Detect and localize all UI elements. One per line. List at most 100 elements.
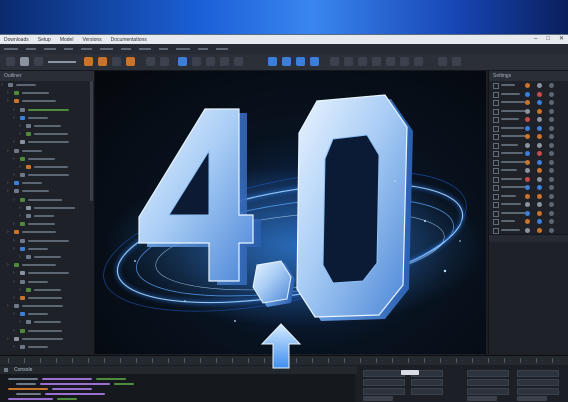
expand-chevron-icon[interactable]: › <box>7 188 9 194</box>
secondary-menu-placeholder[interactable] <box>176 48 190 50</box>
outliner-item[interactable]: › <box>0 138 94 146</box>
output-field[interactable] <box>363 370 405 377</box>
output-field[interactable] <box>467 388 509 395</box>
move-tool-icon[interactable] <box>20 57 29 66</box>
material-swatch-icon[interactable] <box>549 176 554 182</box>
expand-chevron-icon[interactable]: › <box>7 336 9 342</box>
snap-slider[interactable] <box>48 61 76 63</box>
xray-icon[interactable] <box>358 57 367 66</box>
outliner-item[interactable]: › <box>0 196 94 204</box>
menu-item-documentations[interactable]: Documentations <box>111 37 147 43</box>
material-swatch-icon[interactable] <box>537 159 542 165</box>
expand-chevron-icon[interactable]: › <box>13 221 15 227</box>
expand-chevron-icon[interactable]: › <box>19 205 21 211</box>
visibility-checkbox[interactable] <box>493 202 499 208</box>
material-swatch-icon[interactable] <box>549 151 554 156</box>
outliner-item[interactable]: › <box>0 81 94 89</box>
material-swatch-icon[interactable] <box>537 227 542 233</box>
settings-row[interactable] <box>489 217 568 226</box>
settings-row[interactable] <box>489 200 568 209</box>
material-swatch-icon[interactable] <box>525 168 530 173</box>
expand-chevron-icon[interactable]: › <box>19 254 21 260</box>
material-swatch-icon[interactable] <box>525 193 530 199</box>
render-icon[interactable] <box>126 57 135 66</box>
console-tab[interactable]: Console <box>14 367 32 373</box>
render-button[interactable] <box>363 396 393 401</box>
visibility-checkbox[interactable] <box>493 100 499 106</box>
expand-chevron-icon[interactable]: › <box>13 197 15 203</box>
outliner-item[interactable]: › <box>0 163 94 171</box>
material-swatch-icon[interactable] <box>525 117 530 122</box>
expand-chevron-icon[interactable]: › <box>13 279 15 285</box>
output-field[interactable] <box>411 379 443 386</box>
outliner-item[interactable]: › <box>0 106 94 114</box>
settings-row[interactable] <box>489 183 568 192</box>
expand-chevron-icon[interactable]: › <box>13 344 15 350</box>
material-swatch-icon[interactable] <box>549 108 554 114</box>
outliner-item[interactable]: › <box>0 278 94 286</box>
expand-chevron-icon[interactable]: › <box>13 270 15 276</box>
secondary-menu-placeholder[interactable] <box>4 48 18 50</box>
material-swatch-icon[interactable] <box>537 151 542 156</box>
outliner-item[interactable]: › <box>0 253 94 261</box>
material-swatch-icon[interactable] <box>525 100 530 105</box>
outliner-item[interactable]: › <box>0 335 94 343</box>
expand-chevron-icon[interactable]: › <box>13 107 15 113</box>
minimize-icon[interactable]: – <box>534 35 537 44</box>
expand-chevron-icon[interactable]: › <box>19 164 21 170</box>
paint-icon[interactable] <box>206 57 215 66</box>
settings-row[interactable] <box>489 226 568 235</box>
material-swatch-icon[interactable] <box>525 125 530 131</box>
output-field[interactable] <box>517 370 559 377</box>
secondary-menu-placeholder[interactable] <box>159 48 168 50</box>
orientation-icon[interactable] <box>296 57 305 66</box>
settings-row[interactable] <box>489 192 568 201</box>
visibility-checkbox[interactable] <box>493 134 499 140</box>
material-swatch-icon[interactable] <box>525 134 530 139</box>
settings-row[interactable] <box>489 209 568 218</box>
outliner-item[interactable]: › <box>0 155 94 163</box>
material-swatch-icon[interactable] <box>525 185 530 190</box>
material-swatch-icon[interactable] <box>549 219 554 224</box>
secondary-menu-placeholder[interactable] <box>216 48 228 50</box>
expand-chevron-icon[interactable]: › <box>13 139 15 145</box>
visibility-checkbox[interactable] <box>493 193 499 200</box>
material-swatch-icon[interactable] <box>525 91 530 97</box>
outliner-item[interactable]: › <box>0 220 94 228</box>
rotate-tool-icon[interactable] <box>34 57 43 66</box>
outliner-item[interactable]: › <box>0 302 94 310</box>
play-icon[interactable] <box>438 57 447 66</box>
material-swatch-icon[interactable] <box>525 142 530 148</box>
material-swatch-icon[interactable] <box>537 100 542 105</box>
apply-button[interactable] <box>401 370 419 375</box>
material-swatch-icon[interactable] <box>537 117 542 122</box>
outliner-item[interactable]: › <box>0 261 94 269</box>
outliner-item[interactable]: › <box>0 171 94 179</box>
outliner-item[interactable]: › <box>0 179 94 187</box>
outliner-item[interactable]: › <box>0 212 94 220</box>
expand-chevron-icon[interactable]: › <box>19 319 21 325</box>
settings-row[interactable] <box>489 124 568 133</box>
material-swatch-icon[interactable] <box>549 125 554 131</box>
settings-row[interactable] <box>489 98 568 107</box>
material-swatch-icon[interactable] <box>537 210 542 216</box>
3d-viewport[interactable] <box>95 71 486 354</box>
rendered-icon[interactable] <box>414 57 423 66</box>
material-swatch-icon[interactable] <box>537 108 542 114</box>
outliner-item[interactable]: › <box>0 245 94 253</box>
visibility-checkbox[interactable] <box>493 125 499 132</box>
grid-icon[interactable] <box>146 57 155 66</box>
material-swatch-icon[interactable] <box>537 168 542 173</box>
settings-row[interactable] <box>489 166 568 175</box>
expand-chevron-icon[interactable]: › <box>7 148 9 154</box>
outliner-item[interactable]: › <box>0 130 94 138</box>
material-swatch-icon[interactable] <box>549 134 554 139</box>
visibility-checkbox[interactable] <box>493 219 499 225</box>
expand-chevron-icon[interactable]: › <box>13 172 15 178</box>
expand-chevron-icon[interactable]: › <box>7 90 9 96</box>
solid-icon[interactable] <box>386 57 395 66</box>
visibility-checkbox[interactable] <box>493 117 499 123</box>
visibility-checkbox[interactable] <box>493 91 499 98</box>
sculpt-icon[interactable] <box>192 57 201 66</box>
lookdev-icon[interactable] <box>400 57 409 66</box>
